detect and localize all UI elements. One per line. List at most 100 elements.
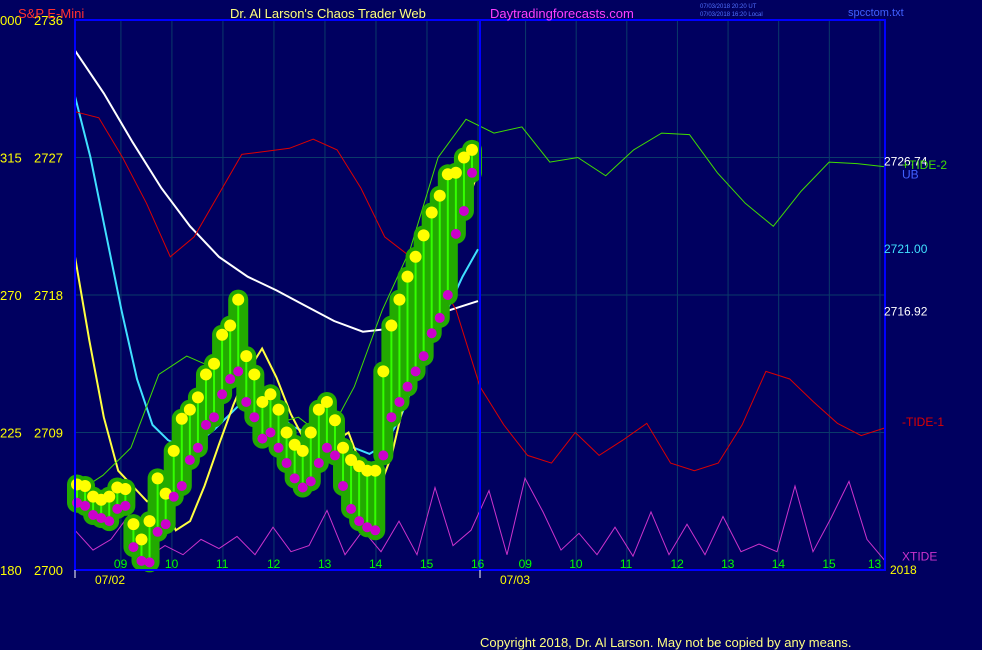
bar-low-dot	[265, 427, 276, 438]
timestamp-ut: 07/03/2018 20:20 UT	[700, 4, 757, 10]
x-tick-label: 14	[369, 557, 383, 571]
bar-high-dot	[393, 293, 406, 306]
x-tick-label: 09	[114, 557, 128, 571]
bar-high-dot	[280, 426, 293, 439]
bar-low-dot	[120, 500, 131, 511]
bar-low-dot	[281, 458, 292, 469]
bar-low-dot	[225, 374, 236, 385]
bar-high-dot	[272, 403, 285, 416]
bar-high-dot	[377, 365, 390, 378]
bar-low-dot	[434, 312, 445, 323]
bar-high-dot	[119, 483, 132, 496]
bar-low-dot	[192, 442, 203, 453]
bar-low-dot	[305, 476, 316, 487]
bar-high-dot	[449, 166, 462, 179]
right-label: -TIDE-1	[902, 415, 944, 429]
bar-low-dot	[297, 482, 308, 493]
bar-high-dot	[328, 414, 341, 427]
y-tick-price: 2700	[34, 563, 63, 578]
bar-low-dot	[80, 500, 91, 511]
bar-low-dot	[426, 328, 437, 339]
bar-low-dot	[273, 442, 284, 453]
bar-high-dot	[199, 368, 212, 381]
x-tick-label: 11	[620, 557, 633, 571]
bar-low-dot	[249, 412, 260, 423]
symbol-label: S&P E-Mini	[18, 6, 84, 21]
right-label: 2716.92	[884, 305, 928, 319]
bar-low-dot	[184, 455, 195, 465]
bar-low-dot	[442, 290, 453, 300]
bar-low-dot	[378, 450, 389, 461]
y-tick-price: 2718	[34, 288, 63, 303]
bar-high-dot	[175, 412, 188, 425]
bar-high-dot	[151, 472, 164, 485]
bar-high-dot	[183, 403, 196, 416]
bar-high-dot	[216, 328, 229, 341]
x-tick-label: 10	[569, 557, 583, 571]
bar-low-dot	[346, 503, 357, 514]
bar-low-dot	[386, 412, 397, 423]
bar-low-dot	[209, 412, 220, 423]
bar-low-dot	[128, 542, 139, 553]
bar-high-dot	[466, 143, 478, 156]
bar-low-dot	[233, 366, 244, 377]
bar-high-dot	[191, 391, 204, 404]
site-link[interactable]: Daytradingforecasts.com	[490, 6, 634, 21]
bar-high-dot	[103, 490, 116, 503]
y-tick-price: 2709	[34, 426, 63, 441]
x-tick-label: 12	[670, 557, 684, 571]
bar-low-dot	[176, 480, 187, 491]
date-label: 07/03	[500, 573, 530, 587]
bar-low-dot	[144, 557, 155, 568]
bar-low-dot	[410, 366, 421, 377]
x-tick-label: 09	[519, 557, 533, 571]
bar-low-dot	[321, 442, 332, 453]
bar-high-dot	[143, 515, 156, 528]
bar-high-dot	[433, 189, 446, 202]
bar-high-dot	[385, 319, 398, 332]
x-tick-label: 11	[216, 557, 229, 571]
bar-high-dot	[425, 206, 438, 219]
right-label: 2721.00	[884, 242, 928, 256]
bar-high-dot	[240, 350, 253, 363]
bar-low-dot	[338, 480, 349, 491]
app-title: Dr. Al Larson's Chaos Trader Web	[230, 6, 426, 21]
bar-low-dot	[354, 516, 365, 527]
bar-high-dot	[208, 357, 221, 370]
right-label: UB	[902, 167, 919, 181]
data-file-label: spcctom.txt	[848, 7, 904, 19]
x-tick-label: 10	[165, 557, 179, 571]
bar-high-dot	[248, 368, 261, 381]
y-tick-left: 180	[0, 563, 22, 578]
bar-high-dot	[369, 464, 382, 477]
x-tick-label: 15	[420, 557, 434, 571]
bar-low-dot	[241, 396, 252, 407]
bar-high-dot	[264, 388, 277, 401]
bar-low-dot	[104, 516, 115, 527]
bar-high-dot	[401, 270, 414, 283]
x-tick-label: 13	[721, 557, 735, 571]
x-tick-label: 13	[318, 557, 332, 571]
bar-low-dot	[329, 450, 340, 461]
bar-low-dot	[402, 381, 413, 392]
y-tick-left: 225	[0, 426, 22, 441]
bar-low-dot	[152, 526, 163, 537]
right-label: 2018	[890, 563, 917, 577]
x-tick-label: 15	[822, 557, 836, 571]
y-tick-left: 315	[0, 151, 22, 166]
bar-high-dot	[296, 444, 309, 457]
chart-canvas: 000 2736315 2727270 2718225 2709180 2700 09 10 1…	[0, 0, 982, 650]
bar-high-dot	[417, 229, 430, 242]
bar-high-dot	[304, 426, 317, 439]
bar-high-dot	[232, 293, 245, 306]
bar-low-dot	[450, 228, 461, 239]
bar-low-dot	[289, 473, 300, 484]
copyright-footer: Copyright 2018, Dr. Al Larson. May not b…	[480, 635, 851, 650]
bar-high-dot	[135, 533, 148, 546]
bar-high-dot	[320, 395, 333, 408]
x-tick-label: 14	[772, 557, 786, 571]
timestamp-local: 07/03/2018 16:20 Local	[700, 12, 763, 18]
bar-low-dot	[467, 167, 477, 178]
bar-low-dot	[168, 491, 179, 502]
bar-low-dot	[313, 458, 324, 469]
